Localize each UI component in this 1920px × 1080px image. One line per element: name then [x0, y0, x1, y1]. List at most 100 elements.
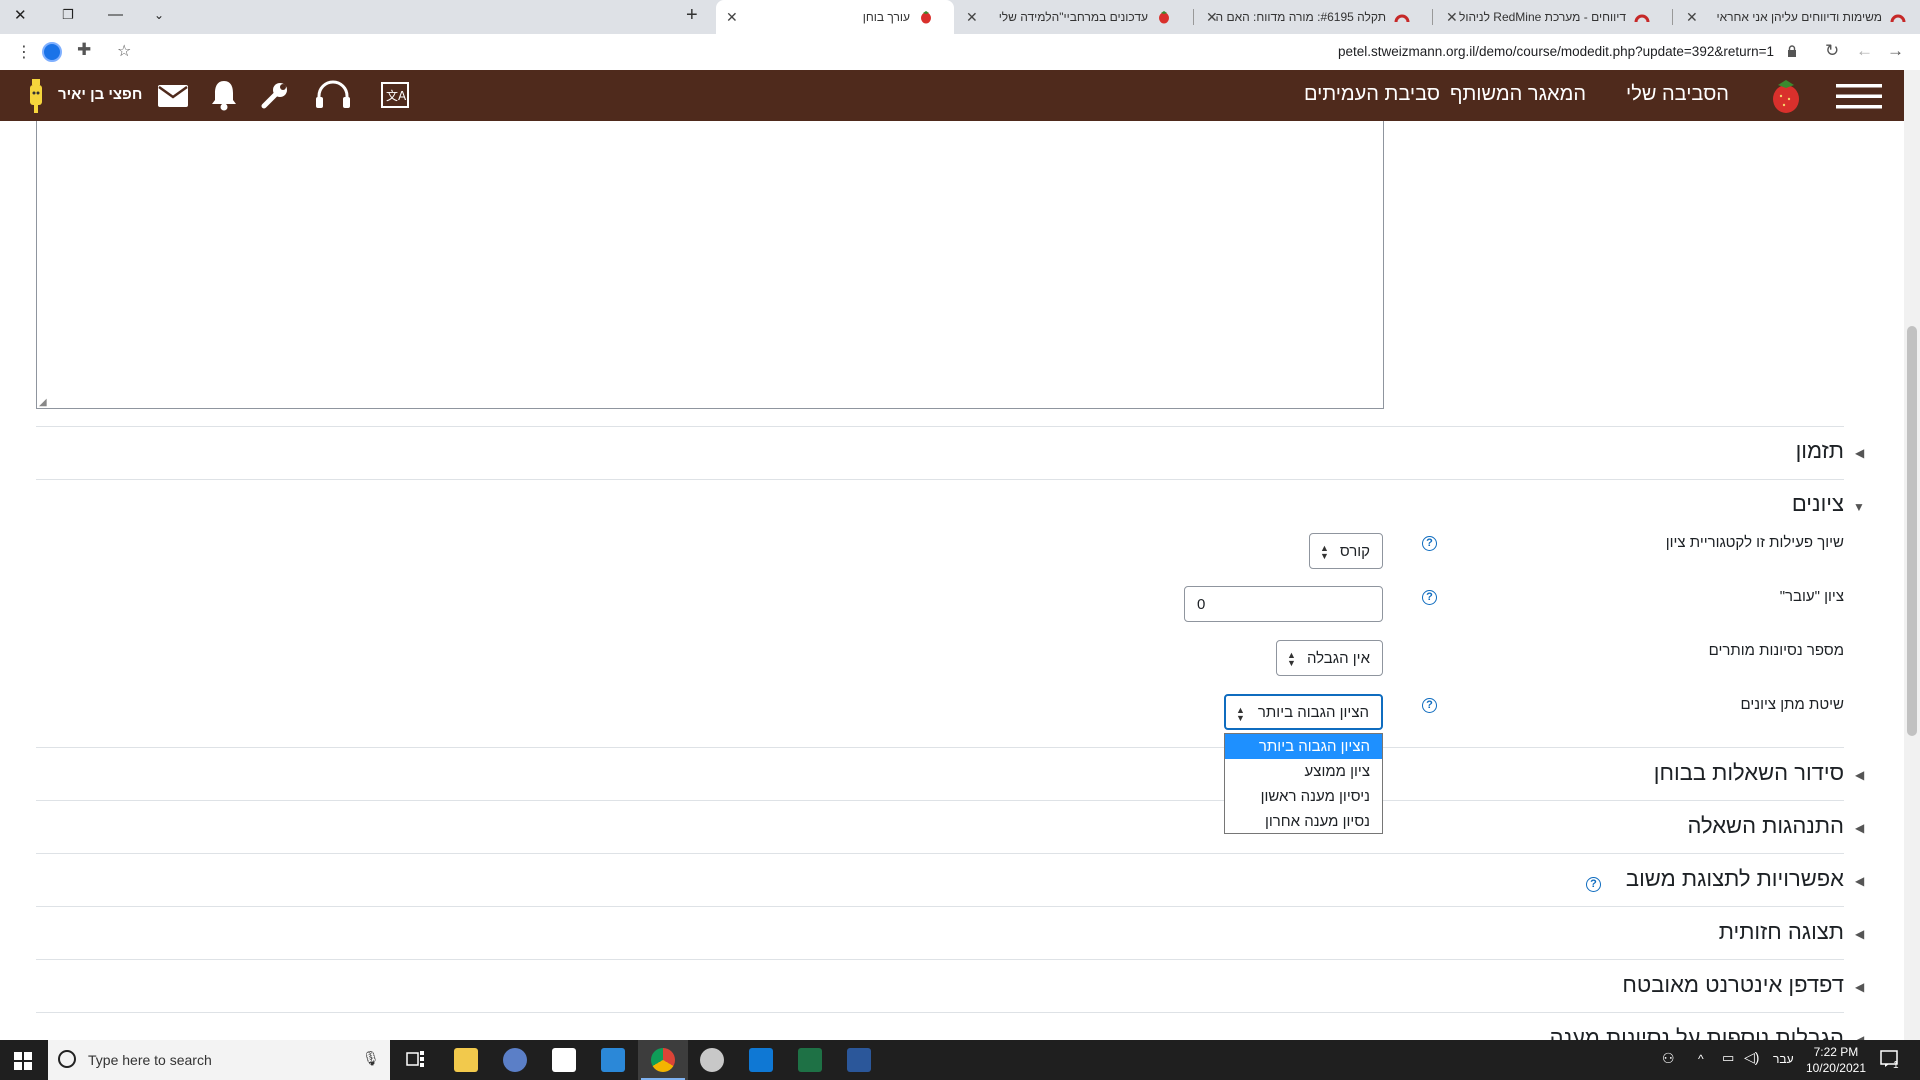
help-question-icon[interactable]: ? [1422, 590, 1437, 605]
section-safe-browser-header[interactable]: דפדפן אינטרנט מאובטח [1622, 972, 1844, 998]
taskbar-clock[interactable]: 7:22 PM 10/20/2021 [1806, 1044, 1866, 1076]
profile-avatar-icon[interactable] [42, 42, 62, 62]
app-icon[interactable] [503, 1048, 527, 1072]
mail-icon[interactable] [601, 1048, 625, 1072]
restore-window-icon[interactable]: ❐ [62, 7, 74, 23]
resize-handle-icon[interactable]: ◢ [39, 397, 47, 408]
grade-category-select[interactable]: קורס ▲ ▼ [1309, 533, 1383, 569]
url-text[interactable]: petel.stweizmann.org.il/demo/course/mode… [1338, 44, 1774, 59]
task-view-icon[interactable] [406, 1050, 426, 1068]
minimize-window-icon[interactable]: — [108, 6, 123, 23]
help-question-icon[interactable]: ? [1422, 698, 1437, 713]
scrollbar-thumb[interactable] [1907, 326, 1917, 736]
pass-grade-input[interactable]: 0 [1184, 586, 1383, 622]
forward-icon[interactable]: ← [1856, 41, 1873, 61]
caret-left-icon[interactable]: ◀ [1855, 821, 1864, 835]
dropdown-option[interactable]: ניסיון מענה ראשון [1225, 784, 1382, 809]
microphone-icon[interactable]: 🎙 [362, 1050, 380, 1067]
input-language-indicator[interactable]: עבר [1773, 1052, 1794, 1066]
redmine-favicon-icon [1634, 9, 1650, 25]
caret-left-icon[interactable]: ◀ [1855, 874, 1864, 888]
outlook-icon[interactable] [749, 1048, 773, 1072]
caret-left-icon[interactable]: ◀ [1855, 446, 1864, 460]
tab-search-icon[interactable]: ⌄ [154, 8, 164, 22]
user-avatar-icon[interactable] [28, 79, 44, 113]
section-review-options-header[interactable]: אפשרויות לתצוגת משוב [1626, 866, 1844, 892]
select-arrows-icon: ▲ ▼ [1236, 705, 1245, 723]
section-divider [36, 853, 1844, 854]
help-question-icon[interactable]: ? [1586, 877, 1601, 892]
tab-redmine-reports[interactable]: דיווחים - מערכת RedMine לניהול ✕ [1436, 0, 1670, 34]
windows-taskbar: Type here to search 🎙 ⚇ ^ ▭ ◁) עבר 7:22 … [0, 1040, 1920, 1080]
section-grade-header[interactable]: ציונים [1792, 491, 1844, 517]
nav-link-my-environment[interactable]: הסביבה שלי [1626, 83, 1729, 106]
close-tab-icon[interactable]: ✕ [1686, 9, 1698, 26]
section-divider [36, 906, 1844, 907]
excel-icon[interactable] [798, 1048, 822, 1072]
bookmark-star-icon[interactable]: ☆ [117, 41, 131, 61]
messages-envelope-icon[interactable] [158, 85, 188, 107]
grading-method-select[interactable]: הציון הגבוה ביותר ▲ ▼ [1224, 694, 1383, 730]
close-tab-icon[interactable]: ✕ [1446, 9, 1458, 26]
section-timing-header[interactable]: תזמון [1796, 438, 1844, 464]
hamburger-menu-icon[interactable] [1836, 84, 1882, 109]
page-scrollbar[interactable] [1904, 70, 1920, 1040]
support-headset-icon[interactable] [314, 80, 352, 112]
close-tab-icon[interactable]: ✕ [726, 9, 738, 26]
dropdown-option[interactable]: ציון ממוצע [1225, 759, 1382, 784]
tab-updates[interactable]: עדכונים במרחביי"הלמידה שלי ✕ [956, 0, 1192, 34]
notification-count: 1 [1893, 1060, 1899, 1071]
tab-my-tasks[interactable]: משימות ודיווחים עליהן אני אחראי ✕ [1676, 0, 1920, 34]
volume-icon[interactable]: ◁) [1744, 1049, 1759, 1066]
site-logo-strawberry-icon[interactable] [1770, 77, 1802, 115]
close-window-icon[interactable]: ✕ [14, 6, 27, 24]
file-explorer-icon[interactable] [454, 1048, 478, 1072]
close-tab-icon[interactable]: ✕ [966, 9, 978, 26]
section-question-behaviour-header[interactable]: התנהגות השאלה [1687, 813, 1844, 839]
back-icon[interactable]: → [1887, 41, 1904, 61]
lock-icon[interactable] [1787, 44, 1797, 57]
address-bar: ⋮ ✚ ☆ petel.stweizmann.org.il/demo/cours… [0, 34, 1920, 71]
microsoft-store-icon[interactable] [552, 1048, 576, 1072]
caret-left-icon[interactable]: ◀ [1855, 927, 1864, 941]
user-name[interactable]: חפצי בן יאיר [58, 86, 142, 103]
tab-quiz-editor[interactable]: עורך בוחן ✕ [716, 0, 954, 34]
caret-left-icon[interactable]: ◀ [1855, 768, 1864, 782]
wrench-icon[interactable] [260, 80, 290, 110]
attempts-allowed-select[interactable]: אין הגבלה ▲ ▼ [1276, 640, 1383, 676]
description-editor-textarea[interactable]: ◢ [36, 121, 1384, 409]
caret-left-icon[interactable]: ◀ [1855, 980, 1864, 994]
close-tab-icon[interactable]: ✕ [1206, 9, 1218, 26]
section-appearance-header[interactable]: תצוגה חזותית [1719, 919, 1844, 945]
app-icon[interactable] [700, 1048, 724, 1072]
caret-down-icon[interactable]: ▼ [1853, 500, 1865, 514]
tab-title: משימות ודיווחים עליהן אני אחראי [1716, 10, 1882, 24]
help-question-icon[interactable]: ? [1422, 536, 1437, 551]
nav-link-peers-environment[interactable]: סביבת העמיתים [1304, 83, 1440, 106]
people-icon[interactable]: ⚇ [1662, 1050, 1675, 1067]
dropdown-option[interactable]: נסיון מענה אחרון [1225, 809, 1382, 834]
word-icon[interactable] [847, 1048, 871, 1072]
new-tab-icon[interactable]: + [686, 4, 698, 27]
network-icon[interactable]: ▭ [1722, 1050, 1734, 1066]
extensions-puzzle-icon[interactable]: ✚ [77, 40, 91, 60]
show-hidden-icons-chevron-icon[interactable]: ^ [1698, 1052, 1704, 1066]
chrome-active-taskbar-item[interactable] [638, 1040, 688, 1080]
grading-method-label: שיטת מתן ציונים [1740, 696, 1844, 713]
reload-icon[interactable]: ↻ [1825, 41, 1839, 61]
menu-dots-icon[interactable]: ⋮ [16, 42, 32, 62]
windows-start-icon[interactable] [14, 1052, 32, 1070]
svg-text:文A: 文A [386, 88, 407, 103]
taskbar-search-box[interactable]: Type here to search 🎙 [48, 1040, 390, 1080]
notifications-bell-icon[interactable] [210, 78, 238, 112]
dropdown-option[interactable]: הציון הגבוה ביותר [1225, 734, 1382, 759]
language-icon[interactable]: 文A [380, 81, 412, 111]
redmine-favicon-icon [1394, 9, 1410, 25]
grading-method-dropdown-list: הציון הגבוה ביותר ציון ממוצע ניסיון מענה… [1224, 733, 1383, 834]
section-divider [36, 1012, 1844, 1013]
section-divider [36, 959, 1844, 960]
clock-time: 7:22 PM [1813, 1045, 1859, 1059]
nav-link-shared-repository[interactable]: המאגר המשותף [1450, 83, 1586, 106]
tab-issue-6195[interactable]: תקלה #6195: מורה מדווח: האם ה ✕ [1196, 0, 1430, 34]
section-layout-header[interactable]: סידור השאלות בבוחן [1654, 760, 1844, 786]
